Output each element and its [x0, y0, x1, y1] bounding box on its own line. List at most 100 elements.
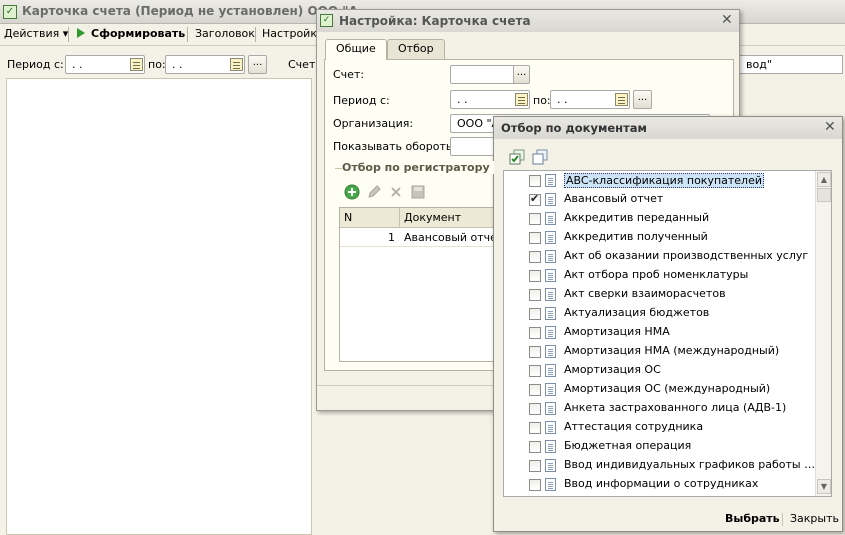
organization-value: вод" — [746, 58, 772, 71]
list-item[interactable]: Аккредитив переданный — [504, 209, 816, 228]
list-item[interactable]: Бюджетная операция — [504, 437, 816, 456]
calendar-icon[interactable] — [130, 58, 143, 71]
settings-title: Настройка: Карточка счета — [339, 14, 531, 28]
list-item[interactable]: Авансовый отчет — [504, 190, 816, 209]
account-field[interactable] — [450, 65, 516, 84]
close-button[interactable]: Закрыть — [790, 512, 839, 525]
list-item[interactable]: Аккредитив полученный — [504, 228, 816, 247]
list-item-label: Актуализация бюджетов — [564, 306, 710, 319]
settings-button[interactable]: Настройка — [262, 27, 324, 40]
app-icon: ✓ — [3, 5, 17, 19]
list-item[interactable]: Акт сверки взаиморасчетов — [504, 285, 816, 304]
period-to-field[interactable]: . . — [550, 90, 630, 109]
checkbox[interactable] — [529, 232, 541, 244]
period-from-field[interactable]: . . — [65, 55, 145, 74]
generate-button[interactable]: Сформировать — [77, 27, 185, 40]
select-button[interactable]: Выбрать — [725, 512, 780, 525]
document-icon — [545, 212, 556, 225]
list-item[interactable]: ABC-классификация покупателей — [504, 171, 816, 190]
checkbox[interactable] — [529, 270, 541, 282]
main-window-title: Карточка счета (Период не установлен) ОО… — [22, 4, 358, 18]
period-from-value: . . — [457, 93, 468, 106]
list-item-label: ABC-классификация покупателей — [564, 173, 765, 188]
period-from-field[interactable]: . . — [450, 90, 530, 109]
save-icon[interactable] — [410, 184, 426, 200]
checkbox[interactable] — [529, 479, 541, 491]
organization-field[interactable]: вод" — [740, 55, 843, 74]
table-row[interactable]: 1 Авансовый отчет — [340, 230, 503, 247]
account-select-button[interactable]: ... — [513, 65, 530, 84]
checkbox[interactable] — [529, 346, 541, 358]
period-to-label: по: — [533, 94, 551, 107]
checkbox[interactable] — [529, 175, 541, 187]
check-all-icon[interactable] — [509, 149, 525, 165]
checkbox[interactable] — [529, 384, 541, 396]
add-icon[interactable] — [344, 184, 360, 200]
period-to-field[interactable]: . . — [165, 55, 245, 74]
list-scrollbar[interactable]: ▲ ▼ — [815, 171, 831, 496]
period-select-button[interactable]: ... — [633, 90, 652, 109]
list-item[interactable]: Аттестация сотрудника — [504, 418, 816, 437]
play-icon — [77, 28, 85, 38]
filter-footer: Выбрать Закрыть — [494, 506, 842, 532]
tab-general[interactable]: Общие — [325, 39, 387, 60]
list-item[interactable]: Акт отбора проб номенклатуры — [504, 266, 816, 285]
calendar-icon[interactable] — [615, 93, 628, 106]
document-type-list[interactable]: ABC-классификация покупателей Авансовый о… — [503, 170, 832, 497]
period-select-button[interactable]: ... — [248, 55, 267, 74]
document-icon — [545, 231, 556, 244]
list-item[interactable]: Амортизация НМА (международный) — [504, 342, 816, 361]
actions-menu-button[interactable]: Действия ▾ — [4, 27, 68, 40]
checkbox[interactable] — [529, 422, 541, 434]
list-item[interactable]: Амортизация ОС — [504, 361, 816, 380]
scroll-down-icon[interactable]: ▼ — [817, 479, 831, 494]
period-from-value: . . — [72, 58, 83, 71]
registrar-grid[interactable]: N Документ 1 Авансовый отчет — [339, 207, 503, 362]
list-item[interactable]: Анкета застрахованного лица (АДВ-1) — [504, 399, 816, 418]
tab-filter[interactable]: Отбор — [387, 39, 445, 59]
document-icon — [545, 459, 556, 472]
close-icon[interactable]: ✕ — [824, 119, 836, 135]
row-document: Авансовый отчет — [404, 231, 504, 244]
checkbox[interactable] — [529, 251, 541, 263]
close-icon[interactable]: ✕ — [721, 12, 733, 28]
document-icon — [545, 174, 556, 187]
actions-label: Действия — [4, 27, 60, 40]
checkbox[interactable] — [529, 192, 541, 206]
list-item[interactable]: Акт об оказании производственных услуг — [504, 247, 816, 266]
scroll-up-icon[interactable]: ▲ — [817, 172, 831, 187]
calendar-icon[interactable] — [230, 58, 243, 71]
calendar-icon[interactable] — [515, 93, 528, 106]
column-header-document[interactable]: Документ — [400, 208, 498, 228]
checkbox[interactable] — [529, 308, 541, 320]
checkbox[interactable] — [529, 460, 541, 472]
document-icon — [545, 478, 556, 491]
edit-icon[interactable] — [366, 184, 382, 200]
checkbox[interactable] — [529, 213, 541, 225]
document-icon — [545, 364, 556, 377]
generate-label: Сформировать — [91, 27, 186, 40]
checkbox[interactable] — [529, 365, 541, 377]
checkbox[interactable] — [529, 441, 541, 453]
list-item-label: Ввод информации о сотрудниках — [564, 477, 759, 490]
checkbox[interactable] — [529, 403, 541, 415]
period-from-label: Период с: — [333, 94, 390, 107]
uncheck-all-icon[interactable] — [532, 149, 548, 165]
list-item-label: Аккредитив переданный — [564, 211, 710, 224]
document-icon — [545, 269, 556, 282]
list-item-label: Акт сверки взаиморасчетов — [564, 287, 726, 300]
checkbox[interactable] — [529, 327, 541, 339]
list-item-label: Ввод индивидуальных графиков работы орга… — [564, 458, 816, 471]
delete-icon[interactable] — [388, 184, 404, 200]
heading-button[interactable]: Заголовок — [195, 27, 255, 40]
list-item[interactable]: Амортизация ОС (международный) — [504, 380, 816, 399]
list-item[interactable]: Ввод информации о сотрудниках — [504, 475, 816, 494]
list-item[interactable]: Ввод индивидуальных графиков работы орга… — [504, 456, 816, 475]
scroll-thumb[interactable] — [817, 188, 831, 202]
checkbox[interactable] — [529, 289, 541, 301]
show-turnover-label: Показывать обороты: — [333, 140, 459, 153]
list-item[interactable]: Актуализация бюджетов — [504, 304, 816, 323]
list-item-label: Авансовый отчет — [564, 192, 664, 205]
list-item[interactable]: Амортизация НМА — [504, 323, 816, 342]
column-header-n[interactable]: N — [340, 208, 400, 228]
